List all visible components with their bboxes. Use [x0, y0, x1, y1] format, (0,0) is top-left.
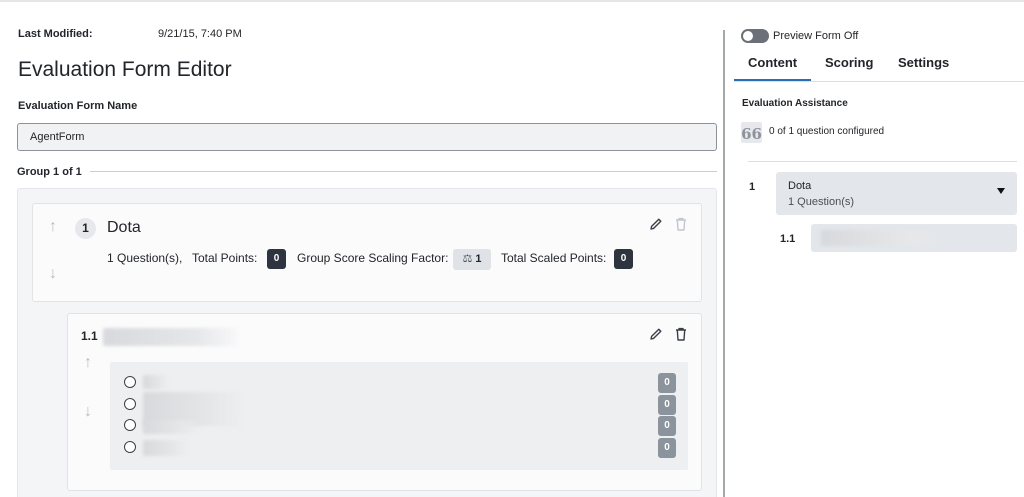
- delete-question-trash-icon[interactable]: [673, 326, 689, 347]
- answer-points-badge: 0: [658, 416, 676, 436]
- assistance-status: 0 of 1 question configured: [769, 126, 885, 137]
- form-name-label: Evaluation Form Name: [18, 100, 138, 112]
- tab-content[interactable]: Content: [748, 55, 797, 70]
- group-number-badge: 1: [75, 218, 96, 239]
- quote-icon: 66: [741, 122, 762, 143]
- answer-text-redacted: [143, 420, 198, 434]
- scale-balance-icon: ⚖: [462, 253, 473, 265]
- question-text-redacted: [103, 328, 238, 346]
- outline-divider: [748, 161, 1017, 162]
- outline-group-name: Dota: [788, 180, 812, 192]
- group-divider: [90, 171, 717, 172]
- caret-down-icon: [997, 188, 1005, 194]
- outline-group-count: 1 Question(s): [788, 196, 855, 208]
- outline-question-index: 1.1: [780, 233, 796, 245]
- preview-toggle[interactable]: [741, 29, 769, 43]
- outline-group-item[interactable]: Dota 1 Question(s): [776, 172, 1017, 215]
- answer-radio[interactable]: [124, 398, 136, 410]
- answer-points-badge: 0: [658, 373, 676, 393]
- scaled-points-label: Total Scaled Points:: [501, 251, 607, 265]
- group-header: Group 1 of 1: [17, 166, 82, 178]
- move-question-down-icon[interactable]: ↓: [84, 404, 92, 420]
- outline-question-text-redacted: [821, 230, 941, 246]
- preview-toggle-label: Preview Form Off: [773, 30, 859, 42]
- assistance-title: Evaluation Assistance: [742, 98, 848, 109]
- editor-pane: Last Modified: 9/21/15, 7:40 PM Evaluati…: [0, 0, 722, 497]
- answer-text-redacted: [143, 375, 168, 389]
- form-name-input[interactable]: [17, 123, 717, 151]
- question-number: 1.1: [81, 329, 98, 343]
- outline-group-index: 1: [749, 181, 756, 193]
- scaled-points-badge: 0: [614, 249, 633, 269]
- scaling-factor-value: 1: [475, 253, 482, 265]
- toggle-knob: [743, 31, 753, 41]
- answer-text-redacted: [143, 440, 188, 456]
- move-question-up-icon[interactable]: ↑: [84, 355, 92, 371]
- tabs-divider: [734, 81, 1024, 82]
- answer-radio[interactable]: [124, 376, 136, 388]
- pane-divider[interactable]: [723, 30, 725, 497]
- answer-radio[interactable]: [124, 441, 136, 453]
- outline-question-item[interactable]: [811, 224, 1017, 252]
- scaling-factor-label: Group Score Scaling Factor:: [297, 251, 449, 265]
- page-title: Evaluation Form Editor: [18, 58, 232, 81]
- last-modified-label: Last Modified:: [18, 28, 93, 40]
- tab-settings[interactable]: Settings: [898, 55, 949, 70]
- total-points-label: Total Points:: [192, 251, 258, 265]
- answer-points-badge: 0: [658, 395, 676, 415]
- last-modified-value: 9/21/15, 7:40 PM: [158, 28, 242, 40]
- edit-question-pencil-icon[interactable]: [648, 326, 664, 347]
- total-points-badge: 0: [267, 249, 286, 269]
- move-group-down-icon[interactable]: ↓: [49, 266, 57, 282]
- edit-group-pencil-icon[interactable]: [648, 216, 664, 237]
- delete-group-trash-icon[interactable]: [673, 216, 689, 237]
- move-group-up-icon[interactable]: ↑: [49, 219, 57, 235]
- answer-points-badge: 0: [658, 438, 676, 458]
- group-question-count: 1 Question(s),: [107, 251, 183, 265]
- scaling-factor-badge[interactable]: ⚖ 1: [453, 249, 491, 270]
- answer-radio[interactable]: [124, 419, 136, 431]
- group-name: Dota: [107, 219, 141, 236]
- tab-scoring[interactable]: Scoring: [825, 55, 873, 70]
